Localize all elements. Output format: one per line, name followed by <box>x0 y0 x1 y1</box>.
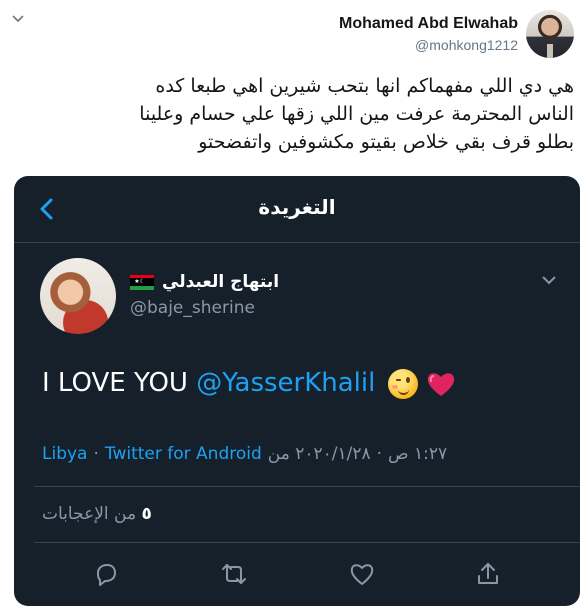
meta-separator: · <box>93 444 99 464</box>
screenshot-avatar <box>40 258 116 334</box>
screenshot-mention: @YasserKhalil <box>196 368 376 398</box>
tweet-card: Mohamed Abd Elwahab @mohkong1212 هي دي ا… <box>0 0 582 606</box>
meta-location: Libya <box>42 444 88 464</box>
tweet-author[interactable]: Mohamed Abd Elwahab @mohkong1212 <box>339 14 518 54</box>
screenshot-meta: Libya · Twitter for Android ٢٠٢٠/١/٢٨ من… <box>42 444 447 464</box>
tweet-text-line: هي دي اللي مفهماكم انها بتحب شيرين اهي ط… <box>155 75 574 97</box>
likes-label: من الإعجابات <box>42 504 137 524</box>
meta-separator: · <box>376 444 382 464</box>
screenshot-action-bar <box>14 560 580 588</box>
screenshot-header: التغريدة <box>14 176 580 243</box>
author-name[interactable]: Mohamed Abd Elwahab <box>339 14 518 34</box>
screenshot-user-row: ابتهاج العبدلي ☾★ <box>130 272 279 292</box>
meta-time: ١:٢٧ ص <box>388 444 448 464</box>
screenshot-tweet-body: I LOVE YOU @YasserKhalil <box>42 368 456 399</box>
like-icon <box>348 560 376 588</box>
tweet-text-line: بطلو قرف بقي خلاص بقيتو مكشوفين واتفضحتو <box>198 131 574 153</box>
chevron-down-icon <box>542 276 556 285</box>
screenshot-user-name: ابتهاج العبدلي <box>162 272 280 292</box>
meta-source: Twitter for Android <box>104 444 262 464</box>
tweet-text: هي دي اللي مفهماكم انها بتحب شيرين اهي ط… <box>36 72 574 156</box>
chevron-down-icon[interactable] <box>11 12 25 26</box>
reply-icon <box>92 560 120 588</box>
meta-date: ٢٠٢٠/١/٢٨ من <box>267 444 371 464</box>
screenshot-body-text: I LOVE YOU <box>42 368 197 398</box>
avatar[interactable] <box>526 10 574 58</box>
tweet-text-line: الناس المحترمة عرفت مين اللي زقها علي حس… <box>139 103 574 125</box>
retweet-icon <box>220 560 248 588</box>
embedded-tweet-screenshot: التغريدة ابتهاج العبدلي ☾★ @baje_sherine… <box>14 176 580 606</box>
share-icon <box>474 560 502 588</box>
red-heart-emoji-icon <box>427 372 455 396</box>
screenshot-user-handle: @baje_sherine <box>130 298 255 318</box>
divider <box>34 542 580 543</box>
wink-emoji-icon <box>387 368 418 399</box>
screenshot-likes: ٥ من الإعجابات <box>42 504 152 524</box>
libya-flag-icon: ☾★ <box>130 274 154 290</box>
divider <box>34 486 580 487</box>
likes-count: ٥ <box>141 504 152 524</box>
author-handle[interactable]: @mohkong1212 <box>339 36 518 54</box>
screenshot-title: التغريدة <box>258 195 336 219</box>
